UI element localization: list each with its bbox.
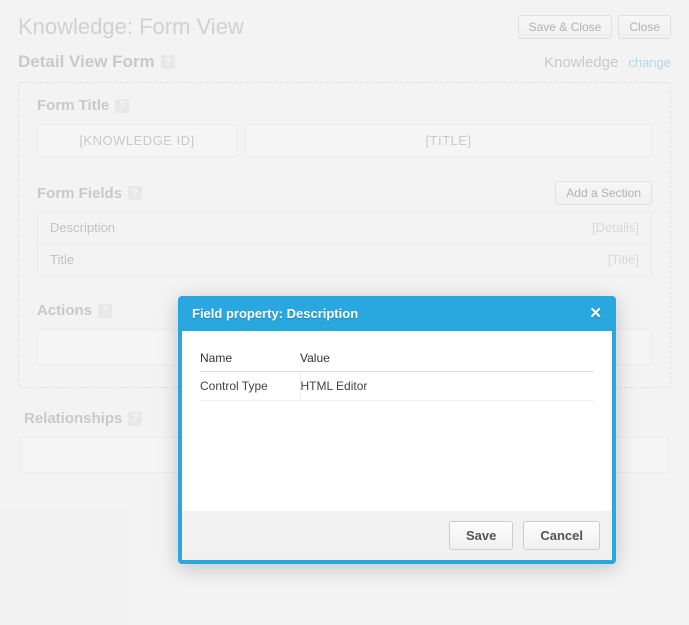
modal-title: Field property: Description — [192, 306, 358, 321]
field-row[interactable]: Title [Title] — [38, 243, 651, 275]
help-icon[interactable]: ? — [128, 186, 142, 200]
field-meta: [Title] — [608, 252, 639, 267]
field-label: Title — [50, 252, 74, 267]
property-name: Control Type — [200, 372, 300, 401]
form-fields-table: Description [Details] Title [Title] — [37, 211, 652, 276]
detail-view-form-heading: Detail View Form — [18, 52, 155, 72]
table-row[interactable]: Control Type HTML Editor — [200, 372, 594, 401]
property-value: HTML Editor — [300, 372, 594, 401]
help-icon[interactable]: ? — [161, 55, 175, 69]
field-property-modal: Field property: Description ✕ Name Value… — [178, 296, 616, 564]
actions-heading: Actions — [37, 302, 92, 319]
form-fields-heading: Form Fields — [37, 185, 122, 202]
form-title-heading: Form Title — [37, 97, 109, 114]
field-meta: [Details] — [592, 220, 639, 235]
title-chip-title[interactable]: [TITLE] — [245, 124, 652, 157]
property-table: Name Value Control Type HTML Editor — [200, 345, 594, 401]
relationships-heading: Relationships — [24, 410, 122, 427]
save-and-close-button[interactable]: Save & Close — [518, 15, 613, 39]
add-a-section-button[interactable]: Add a Section — [555, 181, 652, 205]
cancel-button[interactable]: Cancel — [523, 521, 600, 550]
help-icon[interactable]: ? — [115, 99, 129, 113]
column-header-name: Name — [200, 345, 300, 372]
field-row[interactable]: Description [Details] — [38, 212, 651, 243]
close-button[interactable]: Close — [618, 15, 671, 39]
field-label: Description — [50, 220, 115, 235]
change-link[interactable]: change — [628, 55, 671, 70]
save-button[interactable]: Save — [449, 521, 513, 550]
close-icon[interactable]: ✕ — [589, 306, 602, 321]
column-header-value: Value — [300, 345, 594, 372]
help-icon[interactable]: ? — [98, 304, 112, 318]
help-icon[interactable]: ? — [128, 412, 142, 426]
page-title: Knowledge: Form View — [18, 14, 244, 40]
title-chip-id[interactable]: [KNOWLEDGE ID] — [37, 124, 237, 157]
entity-kind-label: Knowledge — [544, 54, 618, 71]
